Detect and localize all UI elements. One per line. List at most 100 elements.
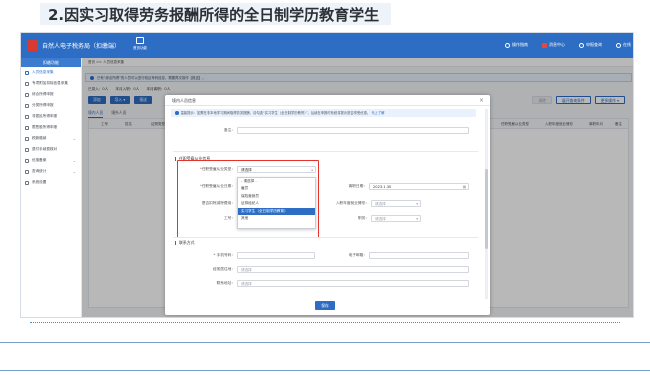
- divider: [173, 237, 478, 238]
- sidebar: 扣缴功能 人员信息采集专项附加扣除信息采集 综合所得申报 分类所得申报 非居民所得申报…: [21, 58, 82, 317]
- duty-label: 职务：: [357, 216, 369, 220]
- sidebar-item-label: 退付手续费核对: [32, 147, 58, 151]
- sidebar-item[interactable]: 查询统计 ⌄: [21, 166, 81, 177]
- info-icon: [175, 111, 179, 115]
- sidebar-item[interactable]: 限售股所得申报: [21, 122, 81, 133]
- message-icon: [542, 42, 547, 48]
- save-button[interactable]: 保存: [315, 301, 335, 310]
- sidebar-item-label: 专项附加扣除信息采集: [32, 81, 68, 85]
- work-type-select[interactable]: 请选择 ▾: [371, 200, 421, 207]
- chevron-down-icon: ⌄: [72, 136, 76, 141]
- slide-title-bar: 2.因实习取得劳务报酬所得的全日制学历教育学生: [40, 3, 392, 25]
- chevron-down-icon: ▾: [416, 202, 418, 206]
- sidebar-item[interactable]: 优惠备案 ⌄: [21, 155, 81, 166]
- sidebar-header: 扣缴功能: [21, 58, 81, 67]
- message-button[interactable]: 消息中心: [542, 42, 565, 48]
- help-icon: [505, 42, 510, 48]
- doc-icon: [25, 114, 29, 119]
- address-field[interactable]: 请选择: [237, 266, 469, 273]
- chevron-down-icon: ▾: [416, 217, 418, 221]
- duty-value: 请选择: [375, 217, 386, 221]
- work-type-value: 请选择: [375, 202, 386, 206]
- sidebar-item-label: 分类所得申报: [32, 103, 54, 107]
- user-icon: [25, 70, 29, 75]
- list-icon: [25, 81, 29, 86]
- email-field[interactable]: [369, 252, 469, 259]
- contact-address-label: 联系地址：: [216, 281, 235, 285]
- sidebar-item[interactable]: 税款缴纳 ⌄: [21, 133, 81, 144]
- scrollbar-thumb[interactable]: [485, 169, 488, 249]
- gear-icon: [25, 180, 29, 185]
- remark-label: 备注：: [223, 128, 235, 132]
- search-icon: [579, 42, 584, 48]
- sidebar-item[interactable]: 人员信息采集: [21, 67, 81, 78]
- red-highlight-box: [177, 160, 319, 238]
- mobile-field[interactable]: [237, 252, 315, 259]
- doc-icon: [25, 125, 29, 130]
- home-label: 首页功能: [133, 46, 147, 50]
- refund-icon: [25, 147, 29, 152]
- slide-header: 2.因实习取得劳务报酬所得的全日制学历教育学生: [0, 0, 650, 28]
- leave-date-value: 2023.1.30: [373, 185, 392, 189]
- address-placeholder: 请选择: [241, 268, 252, 272]
- footer-line: [0, 370, 650, 371]
- online-button[interactable]: 在线: [616, 42, 631, 48]
- guide-button[interactable]: 操作指南: [505, 42, 528, 48]
- sidebar-item[interactable]: 分类所得申报: [21, 100, 81, 111]
- sidebar-item[interactable]: 非居民所得申报: [21, 111, 81, 122]
- learn-more-link[interactable]: 马上了解: [371, 111, 384, 115]
- coin-icon: [25, 136, 29, 141]
- calendar-icon: ▦: [462, 185, 466, 189]
- address-label: 经常居住地：: [212, 267, 235, 271]
- sidebar-item-label: 限售股所得申报: [32, 125, 58, 129]
- file-icon: [25, 158, 29, 163]
- contact-address-field[interactable]: 请选择: [237, 280, 469, 287]
- online-label: 在线: [623, 42, 631, 47]
- query-button[interactable]: 申报查询: [579, 42, 602, 48]
- doc-icon: [25, 92, 29, 97]
- sidebar-item[interactable]: 专项附加扣除信息采集: [21, 78, 81, 89]
- footer-line: [0, 342, 650, 343]
- chevron-down-icon: ⌄: [72, 158, 76, 163]
- sidebar-item-label: 综合所得申报: [32, 92, 54, 96]
- sidebar-item[interactable]: 系统设置: [21, 177, 81, 188]
- sidebar-item-label: 人员信息采集: [32, 70, 54, 74]
- dialog-tip-text: 温馨提示：如需在非本地学习期间取得劳务报酬，请勾选“实习学生（全日制学历教育）”…: [180, 111, 371, 115]
- home-button[interactable]: 首页功能: [133, 37, 147, 51]
- top-bar: 自然人电子税务局（扣缴端） 首页功能 操作指南 消息中心 申报查询 在线: [21, 33, 633, 58]
- chevron-down-icon: ⌄: [72, 169, 76, 174]
- sidebar-item-label: 税款缴纳: [32, 136, 47, 140]
- person-info-dialog: 境内人员信息 × 温馨提示：如需在非本地学习期间取得劳务报酬，请勾选“实习学生（…: [165, 95, 490, 315]
- dialog-tip: 温馨提示：如需在非本地学习期间取得劳务报酬，请勾选“实习学生（全日制学历教育）”…: [171, 109, 476, 117]
- dialog-scrollbar[interactable]: [485, 109, 488, 299]
- sidebar-item[interactable]: 综合所得申报: [21, 89, 81, 100]
- guide-label: 操作指南: [512, 42, 528, 47]
- online-icon: [616, 42, 621, 48]
- sidebar-item-label: 查询统计: [32, 169, 47, 173]
- leave-date-field[interactable]: 2023.1.30 ▦: [369, 183, 469, 190]
- tax-logo-icon: [27, 40, 38, 51]
- leave-date-label: 离职日期：: [348, 184, 367, 188]
- divider: [173, 151, 478, 152]
- close-icon[interactable]: ×: [479, 95, 484, 106]
- chart-icon: [25, 169, 29, 174]
- top-actions: 操作指南 消息中心 申报查询 在线: [491, 42, 631, 48]
- app-title: 自然人电子税务局（扣缴端）: [42, 43, 121, 50]
- slide-title: 2.因实习取得劳务报酬所得的全日制学历教育学生: [48, 5, 380, 24]
- work-type-label: 入职年度就业情形：: [335, 201, 369, 205]
- dialog-header: 境内人员信息 ×: [165, 95, 490, 106]
- remark-field[interactable]: [237, 127, 469, 134]
- message-label: 消息中心: [549, 42, 565, 47]
- mobile-label: * 手机号码：: [213, 253, 235, 257]
- sidebar-item-label: 非居民所得申报: [32, 114, 58, 118]
- slide-footer-lines: [0, 318, 650, 375]
- query-label: 申报查询: [586, 42, 602, 47]
- contact-address-placeholder: 请选择: [241, 282, 252, 286]
- duty-select[interactable]: 请选择 ▾: [371, 215, 421, 222]
- email-label: 电子邮箱：: [348, 253, 367, 257]
- sidebar-item[interactable]: 退付手续费核对: [21, 144, 81, 155]
- sidebar-item-label: 系统设置: [32, 180, 47, 184]
- doc-icon: [25, 103, 29, 108]
- home-icon: [136, 37, 144, 44]
- sidebar-item-label: 优惠备案: [32, 158, 47, 162]
